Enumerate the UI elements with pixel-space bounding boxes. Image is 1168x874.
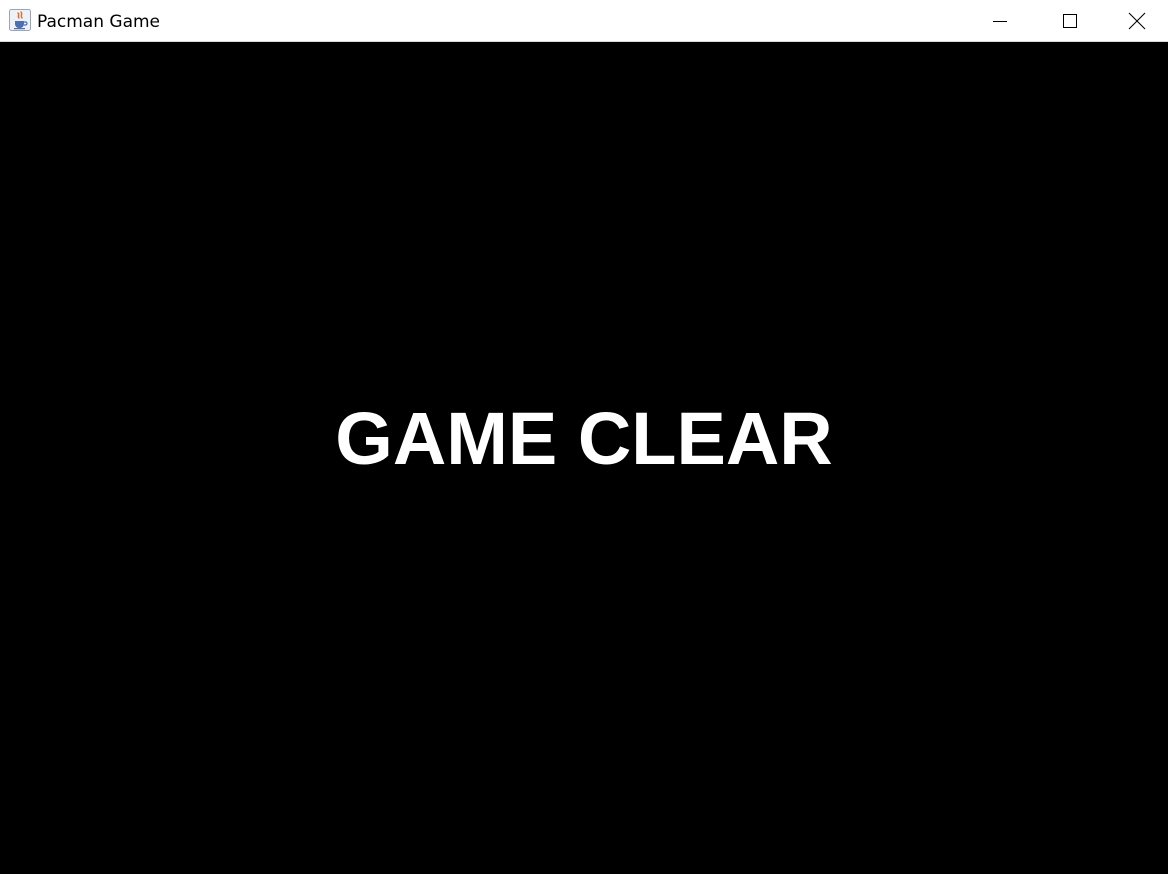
close-button[interactable] xyxy=(1105,0,1168,42)
window-title: Pacman Game xyxy=(37,12,161,32)
game-status-message: GAME CLEAR xyxy=(335,397,833,480)
close-icon xyxy=(1128,12,1146,30)
window-titlebar[interactable]: Pacman Game xyxy=(0,0,1168,42)
game-canvas[interactable]: GAME CLEAR xyxy=(0,43,1168,874)
java-coffee-cup-icon xyxy=(9,9,31,31)
maximize-icon xyxy=(1062,13,1078,29)
minimize-button[interactable] xyxy=(965,0,1035,42)
minimize-icon xyxy=(992,13,1008,29)
maximize-button[interactable] xyxy=(1035,0,1105,42)
game-window: Pacman Game GAME CLEAR xyxy=(0,0,1168,874)
